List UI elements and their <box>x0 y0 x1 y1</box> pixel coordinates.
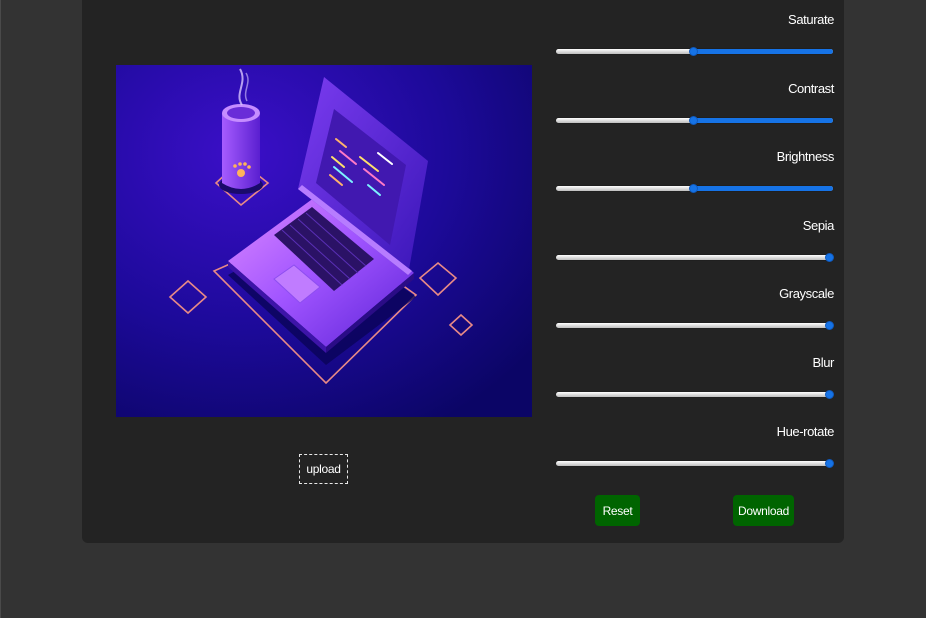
filter-label: Sepia <box>802 217 835 233</box>
image-preview <box>116 65 532 417</box>
filter-label: Saturate <box>788 12 834 27</box>
slider-thumb[interactable] <box>825 458 834 468</box>
filter-controls: Saturate Contrast Brightness Sepia Grayscale… <box>556 12 834 492</box>
download-button[interactable]: Download <box>733 495 794 526</box>
slider-track[interactable] <box>556 391 833 397</box>
filter-label: Grayscale <box>779 286 834 302</box>
contrast-slider[interactable] <box>556 115 833 125</box>
slider-fill <box>693 186 833 192</box>
filter-label: Contrast <box>788 80 834 96</box>
slider-thumb[interactable] <box>825 252 834 262</box>
filter-control-sepia: Sepia <box>556 218 834 287</box>
slider-thumb[interactable] <box>825 389 834 399</box>
filter-control-blur: Blur <box>556 355 834 424</box>
slider-thumb[interactable] <box>689 115 698 125</box>
slider-thumb[interactable] <box>689 47 698 56</box>
editor-card: upload Saturate Contrast Brightness Sepia Gr… <box>82 0 844 543</box>
slider-fill <box>693 117 833 123</box>
slider-thumb[interactable] <box>689 184 698 194</box>
filter-control-grayscale: Grayscale <box>556 286 834 355</box>
action-buttons: Reset Download <box>556 495 834 526</box>
brightness-slider[interactable] <box>556 184 833 194</box>
slider-thumb[interactable] <box>825 321 834 331</box>
filter-label: Brightness <box>776 149 835 165</box>
reset-button[interactable]: Reset <box>595 495 640 526</box>
blur-slider[interactable] <box>556 389 834 399</box>
filter-label: Blur <box>812 354 834 370</box>
coffee-cup <box>222 113 260 189</box>
slider-track[interactable] <box>556 254 833 260</box>
hue-rotate-slider[interactable] <box>556 458 834 468</box>
grayscale-slider[interactable] <box>556 321 834 331</box>
slider-track[interactable] <box>556 323 833 329</box>
upload-button[interactable]: upload <box>299 454 348 484</box>
page-edge <box>0 0 1 618</box>
slider-fill <box>693 49 833 54</box>
slider-track[interactable] <box>556 460 833 466</box>
filter-control-contrast: Contrast <box>556 81 834 150</box>
filter-control-hue-rotate: Hue-rotate <box>556 424 834 493</box>
saturate-slider[interactable] <box>556 47 833 56</box>
filter-label: Hue-rotate <box>776 423 835 439</box>
sepia-slider[interactable] <box>556 252 834 262</box>
filter-control-saturate: Saturate <box>556 12 834 81</box>
filter-control-brightness: Brightness <box>556 149 834 218</box>
